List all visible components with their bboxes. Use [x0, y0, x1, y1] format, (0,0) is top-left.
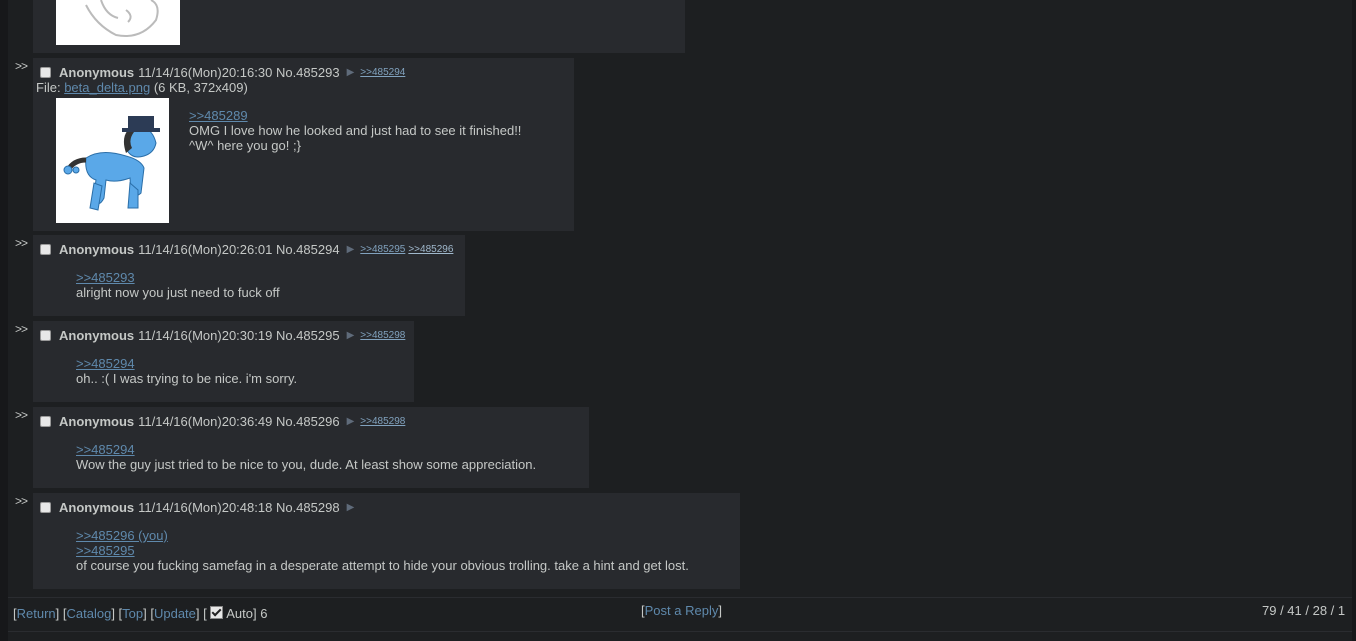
backlink[interactable]: >>485298 — [360, 416, 405, 427]
post-text-line: alright now you just need to fuck off — [76, 285, 280, 300]
auto-update-checkbox[interactable] — [210, 606, 224, 619]
divider — [8, 631, 1352, 632]
backlink[interactable]: >>485295 — [360, 244, 405, 255]
post-info: Anonymous 11/14/16(Mon)20:26:01 No.48529… — [40, 242, 456, 257]
post-info: Anonymous 11/14/16(Mon)20:16:30 No.48529… — [40, 65, 408, 80]
post-date: 11/14/16(Mon)20:26:01 — [138, 242, 273, 257]
quote-link[interactable]: >>485289 — [189, 108, 248, 123]
quote-link[interactable]: >>485296 (you) — [76, 528, 168, 543]
post-menu-arrow-icon[interactable]: ▶ — [347, 416, 355, 427]
post-menu-arrow-icon[interactable]: ▶ — [347, 330, 355, 341]
post-number[interactable]: No.485293 — [276, 65, 340, 80]
post-text-line: of course you fucking samefag in a despe… — [76, 558, 689, 573]
poster-name: Anonymous — [59, 328, 135, 343]
file-info: File: beta_delta.png (6 KB, 372x409) — [36, 80, 248, 95]
post-select-checkbox[interactable] — [40, 416, 51, 427]
post-select-checkbox[interactable] — [40, 244, 51, 255]
file-link[interactable]: beta_delta.png — [64, 80, 150, 95]
reply-arrows: >> — [15, 59, 28, 73]
post-body: >>485294 oh.. :( I was trying to be nice… — [76, 356, 297, 386]
post-text-line: OMG I love how he looked and just had to… — [189, 123, 522, 138]
update-countdown: 6 — [260, 606, 268, 621]
backlink[interactable]: >>485298 — [360, 330, 405, 341]
post-body: >>485289 OMG I love how he looked and ju… — [189, 108, 521, 153]
reply-arrows: >> — [15, 236, 28, 250]
post-date: 11/14/16(Mon)20:16:30 — [138, 65, 273, 80]
return-link[interactable]: Return — [17, 606, 56, 621]
divider — [8, 597, 1352, 598]
post-reply-container: [Post a Reply] — [641, 603, 722, 618]
auto-label: Auto — [226, 606, 253, 621]
scrollbar-track[interactable] — [1352, 0, 1356, 641]
file-label: File: — [36, 80, 61, 95]
post-text-line: Wow the guy just tried to be nice to you… — [76, 457, 537, 472]
post-date: 11/14/16(Mon)20:48:18 — [138, 500, 273, 515]
post-text-line: ^W^ here you go! ;} — [189, 138, 301, 153]
post-text-line: oh.. :( I was trying to be nice. i'm sor… — [76, 371, 298, 386]
post-menu-arrow-icon[interactable]: ▶ — [347, 67, 355, 78]
file-meta: (6 KB, 372x409) — [153, 80, 248, 95]
top-link[interactable]: Top — [122, 606, 143, 621]
post-select-checkbox[interactable] — [40, 330, 51, 341]
post-select-checkbox[interactable] — [40, 67, 51, 78]
post-select-checkbox[interactable] — [40, 502, 51, 513]
quote-link[interactable]: >>485295 — [76, 543, 135, 558]
post-number[interactable]: No.485298 — [276, 500, 340, 515]
post-date: 11/14/16(Mon)20:36:49 — [138, 414, 273, 429]
thread-nav: [Return] [Catalog] [Top] [Update] [ Auto… — [13, 606, 268, 621]
catalog-link[interactable]: Catalog — [67, 606, 112, 621]
quote-link[interactable]: >>485294 — [76, 356, 135, 371]
quote-link[interactable]: >>485294 — [76, 442, 135, 457]
backlink[interactable]: >>485294 — [360, 67, 405, 78]
post-number[interactable]: No.485296 — [276, 414, 340, 429]
previous-post-thumbnail[interactable] — [56, 0, 180, 45]
reply-arrows: >> — [15, 494, 28, 508]
post-info: Anonymous 11/14/16(Mon)20:48:18 No.48529… — [40, 500, 360, 515]
post-menu-arrow-icon[interactable]: ▶ — [347, 244, 355, 255]
post-info: Anonymous 11/14/16(Mon)20:30:19 No.48529… — [40, 328, 408, 343]
backlink[interactable]: >>485296 — [408, 244, 453, 255]
thread-stats: 79 / 41 / 28 / 1 — [1262, 603, 1346, 618]
post-number[interactable]: No.485294 — [276, 242, 340, 257]
quote-link[interactable]: >>485293 — [76, 270, 135, 285]
update-link[interactable]: Update — [154, 606, 196, 621]
post-menu-arrow-icon[interactable]: ▶ — [347, 502, 355, 513]
left-border — [0, 0, 8, 641]
reply-arrows: >> — [15, 322, 28, 336]
post-body: >>485296 (you) >>485295 of course you fu… — [76, 528, 689, 573]
post-body: >>485293 alright now you just need to fu… — [76, 270, 280, 300]
reply-arrows: >> — [15, 408, 28, 422]
post-reply-link[interactable]: Post a Reply — [645, 603, 719, 618]
poster-name: Anonymous — [59, 65, 135, 80]
post-image-thumbnail[interactable] — [56, 98, 169, 223]
post-info: Anonymous 11/14/16(Mon)20:36:49 No.48529… — [40, 414, 408, 429]
post-date: 11/14/16(Mon)20:30:19 — [138, 328, 273, 343]
poster-name: Anonymous — [59, 500, 135, 515]
poster-name: Anonymous — [59, 414, 135, 429]
poster-name: Anonymous — [59, 242, 135, 257]
post-body: >>485294 Wow the guy just tried to be ni… — [76, 442, 536, 472]
post-number[interactable]: No.485295 — [276, 328, 340, 343]
previous-post — [33, 0, 685, 53]
